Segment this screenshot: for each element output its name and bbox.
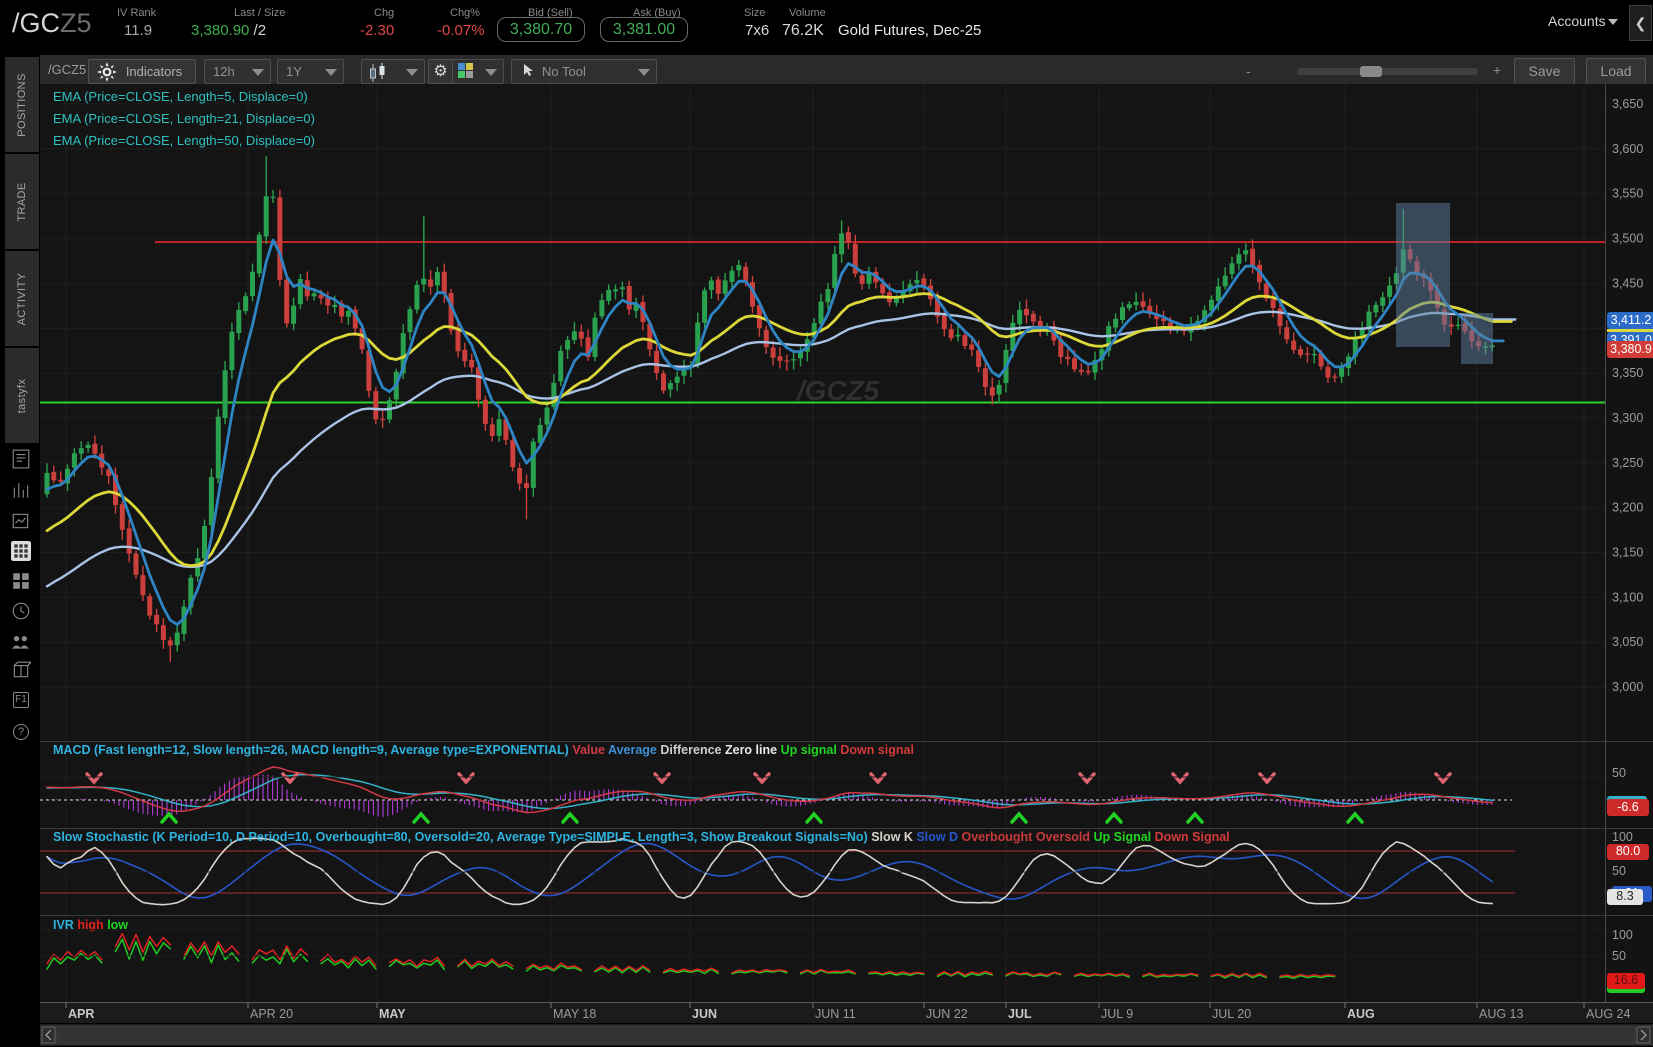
svg-text:JUL: JUL [1008, 1007, 1032, 1021]
svg-text:3,100: 3,100 [1612, 590, 1643, 604]
svg-text:3,650: 3,650 [1612, 97, 1643, 111]
svg-text:50: 50 [1612, 864, 1626, 878]
svg-text:3,600: 3,600 [1612, 142, 1643, 156]
svg-text:EMA (Price=CLOSE, Length=50, D: EMA (Price=CLOSE, Length=50, Displace=0) [53, 133, 315, 148]
svg-text:50: 50 [1612, 949, 1626, 963]
svg-text:3,150: 3,150 [1612, 546, 1643, 560]
svg-text:APR: APR [68, 1007, 94, 1021]
svg-text:AUG 24: AUG 24 [1586, 1007, 1631, 1021]
svg-text:8.3: 8.3 [1616, 889, 1633, 903]
svg-text:3,300: 3,300 [1612, 411, 1643, 425]
svg-text:3,411.2: 3,411.2 [1611, 313, 1652, 327]
svg-text:80.0: 80.0 [1616, 844, 1640, 858]
svg-text:MACD (Fast length=12, Slow len: MACD (Fast length=12, Slow length=26, MA… [53, 743, 914, 757]
svg-text:/GCZ5: /GCZ5 [795, 375, 880, 406]
svg-text:JUN 22: JUN 22 [926, 1007, 968, 1021]
svg-text:3,000: 3,000 [1612, 680, 1643, 694]
svg-text:JUN 11: JUN 11 [815, 1007, 856, 1021]
svg-text:-6.6: -6.6 [1617, 800, 1639, 814]
svg-text:100: 100 [1612, 830, 1633, 844]
svg-text:AUG 13: AUG 13 [1479, 1007, 1524, 1021]
svg-text:3,450: 3,450 [1612, 276, 1643, 290]
svg-text:16.6: 16.6 [1614, 973, 1638, 987]
svg-text:MAY: MAY [379, 1007, 406, 1021]
svg-text:3,250: 3,250 [1612, 456, 1643, 470]
svg-text:JUL 9: JUL 9 [1101, 1007, 1133, 1021]
svg-text:Slow Stochastic (K Period=10,: Slow Stochastic (K Period=10, D Period=1… [53, 830, 1230, 844]
svg-text:JUN: JUN [692, 1007, 717, 1021]
svg-text:AUG: AUG [1347, 1007, 1375, 1021]
svg-text:APR 20: APR 20 [250, 1007, 293, 1021]
svg-text:3,350: 3,350 [1612, 366, 1643, 380]
svg-text:100: 100 [1612, 928, 1633, 942]
svg-text:3,200: 3,200 [1612, 501, 1643, 515]
svg-text:3,550: 3,550 [1612, 187, 1643, 201]
svg-text:3,050: 3,050 [1612, 635, 1643, 649]
svg-text:EMA (Price=CLOSE, Length=5, Di: EMA (Price=CLOSE, Length=5, Displace=0) [53, 89, 308, 104]
svg-text:3,380.9: 3,380.9 [1610, 342, 1652, 356]
svg-text:MAY 18: MAY 18 [553, 1007, 596, 1021]
svg-text:JUL 20: JUL 20 [1212, 1007, 1251, 1021]
svg-text:50: 50 [1612, 766, 1626, 780]
svg-text:EMA (Price=CLOSE, Length=21, D: EMA (Price=CLOSE, Length=21, Displace=0) [53, 111, 315, 126]
svg-text:3,500: 3,500 [1612, 232, 1643, 246]
